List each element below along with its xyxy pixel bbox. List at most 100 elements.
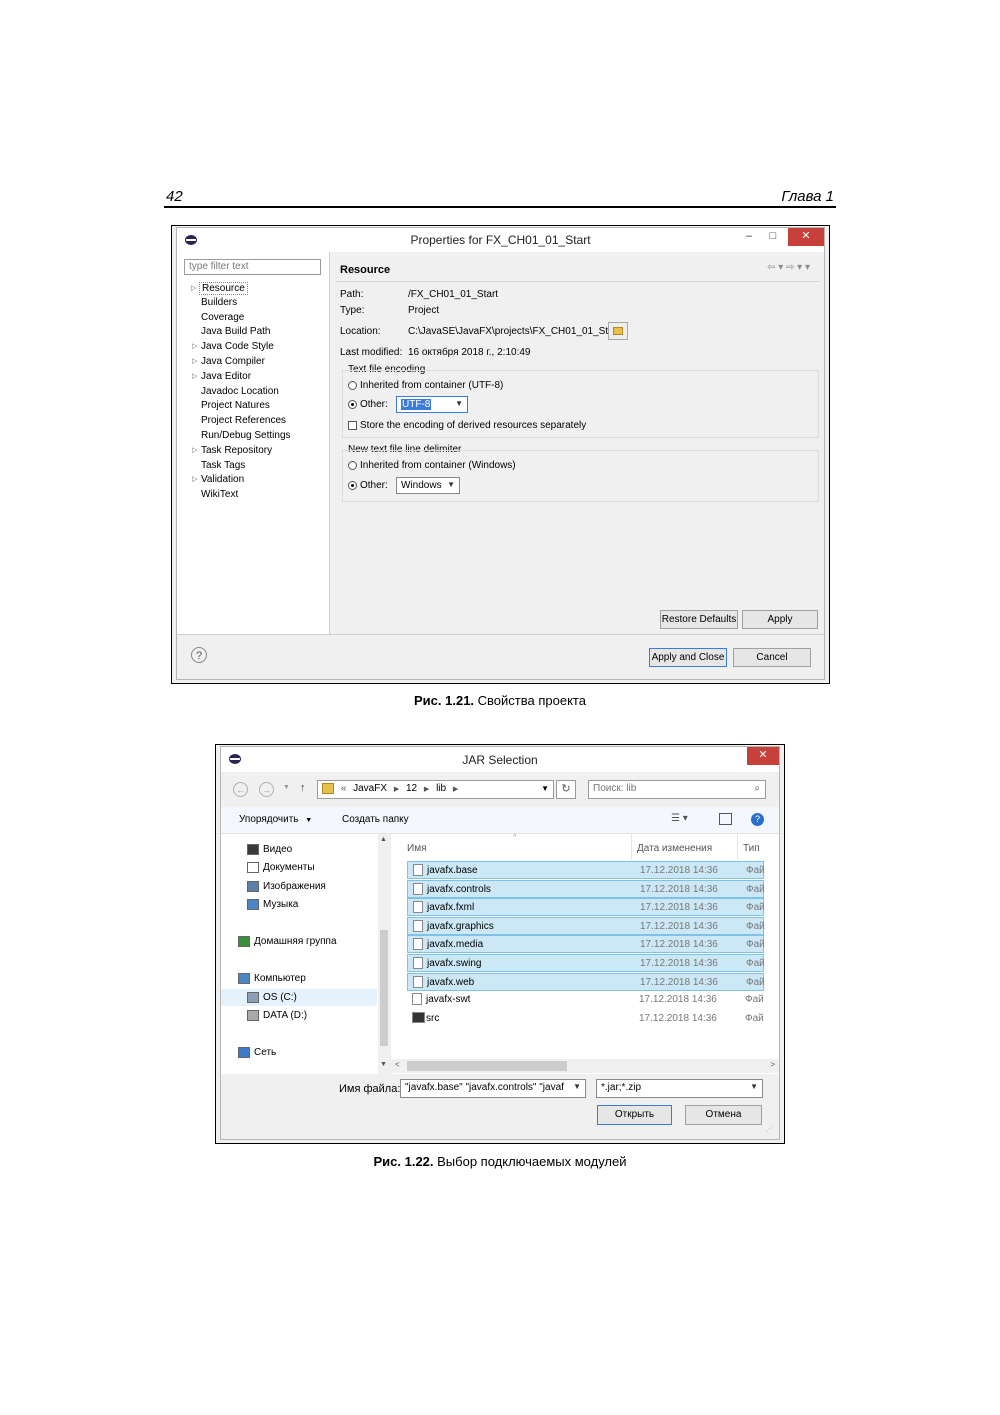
file-type-select[interactable]: *.jar;*.zip ▼ — [596, 1079, 763, 1098]
apply-and-close-button[interactable]: Apply and Close — [649, 648, 727, 667]
scroll-up-icon[interactable]: ▲ — [380, 836, 387, 843]
minimize-icon[interactable]: – — [742, 228, 756, 246]
tree-item[interactable]: ▷ Validation — [192, 474, 244, 485]
file-row[interactable]: javafx.media 17.12.2018 14:36 Файл " — [407, 935, 765, 954]
file-name: javafx-swt — [426, 994, 471, 1006]
recent-dropdown-icon[interactable]: ▼ — [283, 784, 290, 791]
file-row[interactable]: javafx.graphics 17.12.2018 14:36 Файл " — [407, 916, 765, 935]
nav-item[interactable]: Компьютер — [254, 973, 306, 984]
file-row[interactable]: javafx.controls 17.12.2018 14:36 Файл " — [407, 879, 765, 898]
encoding-select[interactable]: UTF-8 ▼ — [396, 396, 468, 413]
file-row[interactable]: javafx.base 17.12.2018 14:36 Файл " — [407, 861, 765, 879]
tree-item[interactable]: Javadoc Location — [201, 386, 279, 397]
nav-item[interactable]: DATA (D:) — [263, 1010, 307, 1021]
tree-item[interactable]: Builders — [201, 297, 237, 308]
file-row[interactable]: javafx.web 17.12.2018 14:36 Файл " — [407, 972, 765, 991]
tree-item[interactable]: Run/Debug Settings — [201, 430, 291, 441]
tree-item[interactable]: ▷ Resource — [191, 282, 248, 295]
scroll-down-icon[interactable]: ▼ — [380, 1061, 387, 1068]
delimiter-other-radio[interactable] — [348, 481, 357, 490]
store-encoding-checkbox[interactable] — [348, 421, 357, 430]
file-type: Файл " — [746, 883, 765, 895]
tree-item[interactable]: Project Natures — [201, 400, 270, 411]
file-row[interactable]: javafx.fxml 17.12.2018 14:36 Файл " — [407, 898, 765, 917]
refresh-icon[interactable]: ↻ — [556, 780, 576, 799]
breadcrumb-lib[interactable]: lib — [436, 783, 446, 794]
filter-input[interactable]: type filter text — [184, 259, 321, 275]
forward-icon[interactable]: → — [259, 782, 274, 797]
file-row[interactable]: javafx.swing 17.12.2018 14:36 Файл " — [407, 954, 765, 972]
file-row[interactable]: src 17.12.2018 14:36 Файл " — [407, 1010, 764, 1028]
hscroll-thumb[interactable] — [407, 1061, 567, 1071]
expand-arrow-icon[interactable]: ▷ — [191, 284, 196, 292]
tree-item[interactable]: Task Tags — [201, 460, 245, 471]
nav-scrollbar[interactable]: ▲ ▼ — [378, 834, 390, 1074]
breadcrumb-javafx[interactable]: JavaFX — [353, 783, 387, 794]
hscrollbar[interactable]: < > — [391, 1059, 779, 1073]
column-date[interactable]: Дата изменения — [637, 843, 712, 854]
resize-grip-icon[interactable]: ⋰ — [766, 1125, 773, 1133]
filename-input[interactable]: "javafx.base" "javafx.controls" "javaf ▼ — [400, 1079, 586, 1098]
nav-item[interactable]: Домашняя группа — [254, 936, 337, 947]
scroll-right-icon[interactable]: > — [770, 1060, 775, 1069]
file-icon — [413, 919, 423, 932]
help-icon[interactable]: ? — [751, 813, 764, 826]
jar-titlebar: JAR Selection ✕ — [221, 747, 779, 772]
modified-value: 16 октября 2018 г., 2:10:49 — [408, 347, 531, 358]
encoding-other-radio[interactable] — [348, 400, 357, 409]
modified-label: Last modified: — [340, 347, 403, 358]
cancel-button[interactable]: Cancel — [733, 648, 811, 667]
tree-item[interactable]: Java Build Path — [201, 326, 271, 337]
nav-item[interactable]: Документы — [263, 862, 315, 873]
tree-item[interactable]: ▷ Java Compiler — [192, 356, 265, 367]
address-dropdown-icon[interactable]: ▼ — [541, 784, 549, 793]
up-icon[interactable]: ↑ — [300, 782, 306, 794]
expand-arrow-icon[interactable]: ▷ — [192, 475, 197, 483]
nav-item[interactable]: Музыка — [263, 899, 298, 910]
nav-item[interactable]: OS (C:) — [263, 992, 297, 1003]
apply-button[interactable]: Apply — [742, 610, 818, 629]
tree-item[interactable]: WikiText — [201, 489, 238, 500]
tree-item[interactable]: ▷ Task Repository — [192, 445, 272, 456]
scroll-left-icon[interactable]: < — [395, 1060, 400, 1069]
file-row[interactable]: javafx-swt 17.12.2018 14:36 Файл " — [407, 991, 764, 1009]
file-icon — [413, 864, 423, 876]
nav-item[interactable]: Видео — [263, 844, 292, 855]
nav-scroll-thumb[interactable] — [380, 930, 388, 1046]
nav-history-icon[interactable]: ⇦ ▾ ⇨ ▾ ▾ — [767, 262, 810, 273]
nav-item[interactable]: Изображения — [263, 881, 326, 892]
back-icon[interactable]: ← — [233, 782, 248, 797]
delimiter-select[interactable]: Windows ▼ — [396, 477, 460, 494]
column-type[interactable]: Тип — [743, 843, 760, 854]
nav-item[interactable]: Сеть — [254, 1047, 276, 1058]
help-icon[interactable]: ? — [191, 647, 207, 663]
expand-arrow-icon[interactable]: ▷ — [192, 372, 197, 380]
close-icon[interactable]: ✕ — [788, 228, 824, 246]
tree-item[interactable]: Project References — [201, 415, 286, 426]
tree-item[interactable]: ▷ Java Code Style — [192, 341, 274, 352]
tree-item[interactable]: ▷ Java Editor — [192, 371, 251, 382]
close-icon[interactable]: ✕ — [747, 747, 779, 765]
search-input[interactable]: Поиск: lib ⌕ — [588, 780, 766, 799]
nav-item-icon — [247, 862, 259, 873]
column-name[interactable]: Имя — [407, 843, 426, 854]
view-options-icon[interactable]: ☰ ▾ — [671, 813, 688, 824]
section-title: Resource — [340, 264, 391, 276]
preview-pane-icon[interactable] — [719, 813, 732, 825]
expand-arrow-icon[interactable]: ▷ — [192, 446, 197, 454]
expand-arrow-icon[interactable]: ▷ — [192, 342, 197, 350]
tree-item[interactable]: Coverage — [201, 312, 244, 323]
delimiter-inherited-radio[interactable] — [348, 461, 357, 470]
restore-defaults-button[interactable]: Restore Defaults — [660, 610, 738, 629]
organize-button[interactable]: Упорядочить ▼ — [239, 814, 312, 825]
breadcrumb-12[interactable]: 12 — [406, 783, 417, 794]
cancel-button[interactable]: Отмена — [685, 1105, 762, 1125]
open-button[interactable]: Открыть — [597, 1105, 672, 1125]
nav-item-icon — [247, 992, 259, 1003]
maximize-icon[interactable]: □ — [766, 228, 780, 246]
new-folder-button[interactable]: Создать папку — [342, 814, 409, 825]
address-bar[interactable]: « JavaFX ▶ 12 ▶ lib ▶ ▼ — [317, 780, 554, 799]
encoding-inherited-radio[interactable] — [348, 381, 357, 390]
expand-arrow-icon[interactable]: ▷ — [192, 357, 197, 365]
open-location-button[interactable] — [608, 322, 628, 340]
